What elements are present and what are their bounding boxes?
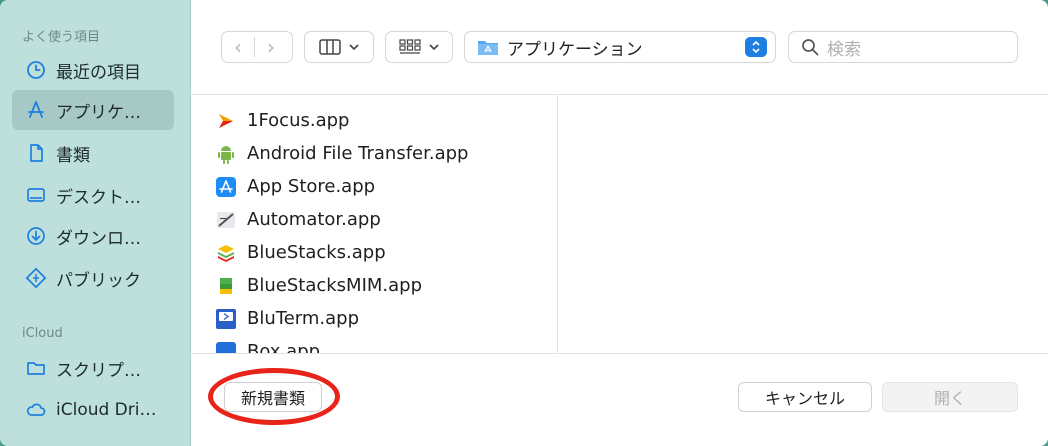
search-icon <box>801 38 819 56</box>
cancel-button[interactable]: キャンセル <box>738 382 872 412</box>
sidebar-item-icloud-drive[interactable]: iCloud Dri… <box>12 390 174 430</box>
location-popup[interactable]: アプリケーション <box>464 31 776 63</box>
forward-button[interactable]: › <box>255 32 287 62</box>
applications-icon <box>24 98 48 122</box>
sidebar-item-applications[interactable]: アプリケ… <box>12 90 174 130</box>
bluestacks-icon <box>215 242 237 264</box>
chevron-left-icon: ‹ <box>234 35 242 59</box>
file-item[interactable]: Box.app <box>215 335 321 354</box>
sidebar-item-recents[interactable]: 最近の項目 <box>12 50 174 90</box>
icloud-header: iCloud <box>22 326 63 341</box>
sidebar-item-desktop[interactable]: デスクト… <box>12 175 174 215</box>
chevron-right-icon: › <box>267 35 275 59</box>
desktop-icon <box>24 183 48 207</box>
column-divider <box>557 95 558 353</box>
bluestacks-mim-icon <box>215 275 237 297</box>
folder-icon <box>24 356 48 380</box>
sidebar-item-label: パブリック <box>56 270 141 291</box>
sidebar-item-downloads[interactable]: ダウンロ… <box>12 216 174 256</box>
automator-icon <box>215 209 237 231</box>
file-item[interactable]: 1Focus.app <box>215 104 349 137</box>
file-name: Automator.app <box>247 209 381 230</box>
app-store-icon <box>215 176 237 198</box>
sidebar: よく使う項目 最近の項目 アプリケ… 書類 デスクト… ダウンロ… パブリック … <box>0 0 191 446</box>
file-name: 1Focus.app <box>247 110 350 131</box>
search-placeholder: 検索 <box>827 39 861 60</box>
file-name: BluTerm.app <box>247 308 359 329</box>
open-file-dialog: よく使う項目 最近の項目 アプリケ… 書類 デスクト… ダウンロ… パブリック … <box>0 0 1048 446</box>
grid-view-icon <box>399 39 421 55</box>
search-field[interactable]: 検索 <box>788 31 1018 63</box>
updown-chevron-icon <box>745 37 767 57</box>
favorites-header: よく使う項目 <box>22 30 101 45</box>
view-mode-button[interactable] <box>304 31 374 63</box>
document-icon <box>24 141 48 165</box>
public-icon <box>24 266 48 290</box>
file-item[interactable]: App Store.app <box>215 170 375 203</box>
file-item[interactable]: BluTerm.app <box>215 302 359 335</box>
android-icon <box>215 143 237 165</box>
box-icon <box>215 341 237 353</box>
file-item[interactable]: BlueStacksMIM.app <box>215 269 422 302</box>
sidebar-item-label: ダウンロ… <box>56 228 141 249</box>
file-item[interactable]: Android File Transfer.app <box>215 137 468 170</box>
columns-view-icon <box>319 39 341 55</box>
sidebar-item-label: 書類 <box>56 145 90 166</box>
file-name: BlueStacks.app <box>247 242 386 263</box>
file-browser: 1Focus.app Android File Transfer.app App… <box>191 94 1048 354</box>
sidebar-item-documents[interactable]: 書類 <box>12 133 174 173</box>
file-name: App Store.app <box>247 176 376 197</box>
back-forward-control: ‹ › <box>221 31 293 63</box>
open-button[interactable]: 開く <box>882 382 1018 412</box>
sidebar-item-public[interactable]: パブリック <box>12 258 174 298</box>
sidebar-item-scripts[interactable]: スクリプ… <box>12 348 174 388</box>
location-label: アプリケーション <box>507 39 643 60</box>
new-document-button[interactable]: 新規書類 <box>224 382 322 412</box>
chevron-down-icon <box>349 43 359 51</box>
bluterm-icon <box>215 308 237 330</box>
sidebar-item-label: アプリケ… <box>56 102 141 123</box>
sidebar-item-label: iCloud Dri… <box>56 400 157 420</box>
sidebar-item-label: 最近の項目 <box>56 62 141 83</box>
back-button[interactable]: ‹ <box>222 32 254 62</box>
applications-folder-icon <box>477 38 499 56</box>
chevron-down-icon <box>429 43 439 51</box>
file-name: Android File Transfer.app <box>247 143 469 164</box>
sidebar-item-label: スクリプ… <box>56 360 141 381</box>
download-icon <box>24 224 48 248</box>
file-item[interactable]: Automator.app <box>215 203 381 236</box>
file-item[interactable]: BlueStacks.app <box>215 236 386 269</box>
clock-icon <box>24 58 48 82</box>
sidebar-item-label: デスクト… <box>56 187 141 208</box>
focus-app-icon <box>215 110 237 132</box>
cloud-icon <box>24 398 48 422</box>
file-name: Box.app <box>247 341 321 354</box>
file-name: BlueStacksMIM.app <box>247 275 423 296</box>
group-view-button[interactable] <box>385 31 453 63</box>
